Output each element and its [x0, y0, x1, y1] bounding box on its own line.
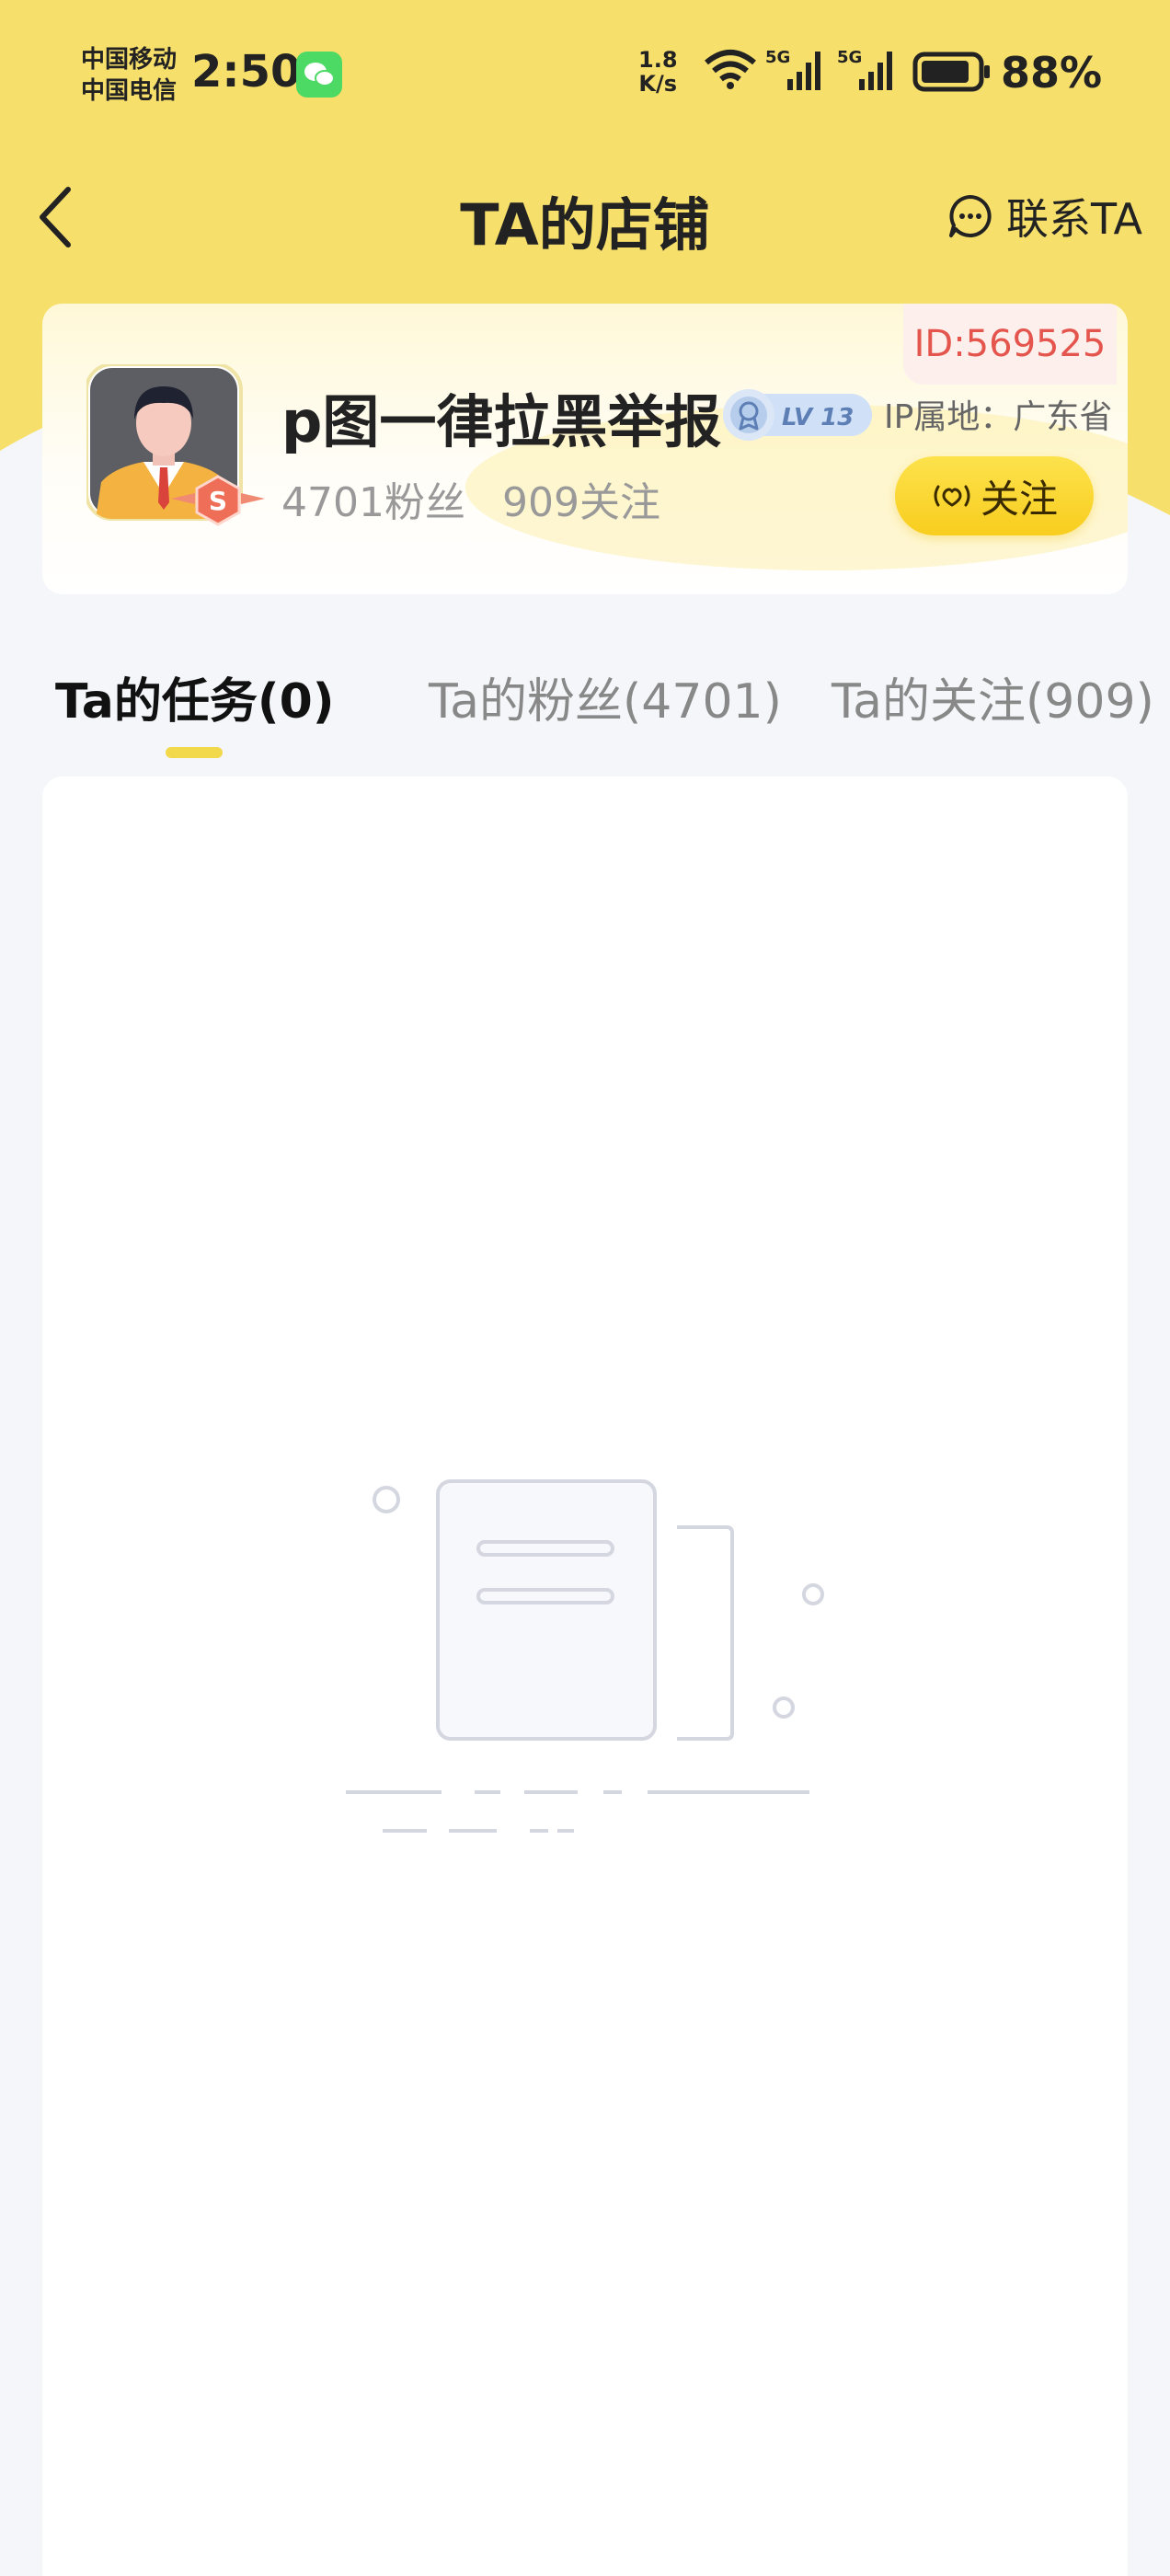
- ip-location: IP属地：广东省: [884, 398, 1113, 436]
- svg-text:S: S: [209, 486, 227, 516]
- signal-icon: 5G: [837, 48, 892, 90]
- status-bar: 中国移动 中国电信 2:50 1.8 K/s 5G 5G 88%: [0, 0, 1170, 138]
- contact-button[interactable]: 联系TA: [947, 186, 1142, 247]
- tab-following[interactable]: Ta的关注(909): [832, 662, 1154, 731]
- network-speed: 1.8 K/s: [638, 47, 678, 97]
- wifi-icon: [705, 50, 756, 89]
- avatar[interactable]: S: [85, 362, 265, 526]
- svg-text:5G: 5G: [837, 48, 862, 67]
- tab-tasks[interactable]: Ta的任务(0): [55, 662, 335, 731]
- follow-stats: 4701粉丝 909关注: [281, 469, 697, 528]
- fans-count[interactable]: 4701粉丝: [281, 479, 465, 526]
- svg-text:5G: 5G: [765, 48, 790, 67]
- broadcast-icon: [934, 485, 970, 507]
- clock: 2:50: [191, 46, 302, 98]
- avatar-image: S: [85, 362, 265, 526]
- follow-button[interactable]: 关注: [895, 456, 1094, 535]
- tab-fans[interactable]: Ta的粉丝(4701): [429, 662, 782, 731]
- battery-icon: [912, 52, 990, 92]
- wechat-icon: [296, 52, 342, 98]
- contact-label: 联系TA: [1006, 194, 1142, 244]
- svg-text:LV 13: LV 13: [782, 404, 854, 431]
- signal-icon: 5G: [765, 48, 820, 90]
- active-tab-indicator: [166, 747, 223, 758]
- battery-percentage: 88%: [1001, 48, 1103, 98]
- carrier-labels: 中国移动 中国电信: [81, 46, 178, 105]
- level-badge: LV 13: [723, 389, 872, 441]
- user-id-tag: ID:569525: [903, 304, 1117, 385]
- profile-card: ID:569525 S p图一律拉黑举报 LV 13 IP属地：广东省 4701…: [42, 304, 1128, 594]
- following-count[interactable]: 909关注: [502, 479, 660, 526]
- shop-name: p图一律拉黑举报: [281, 388, 722, 455]
- chat-bubble-icon: [949, 195, 992, 237]
- follow-label: 关注: [980, 476, 1058, 522]
- empty-state-icon: [346, 1479, 824, 1833]
- battery-fill: [922, 61, 969, 83]
- nav-bar: TA的店铺 联系TA: [0, 156, 1170, 276]
